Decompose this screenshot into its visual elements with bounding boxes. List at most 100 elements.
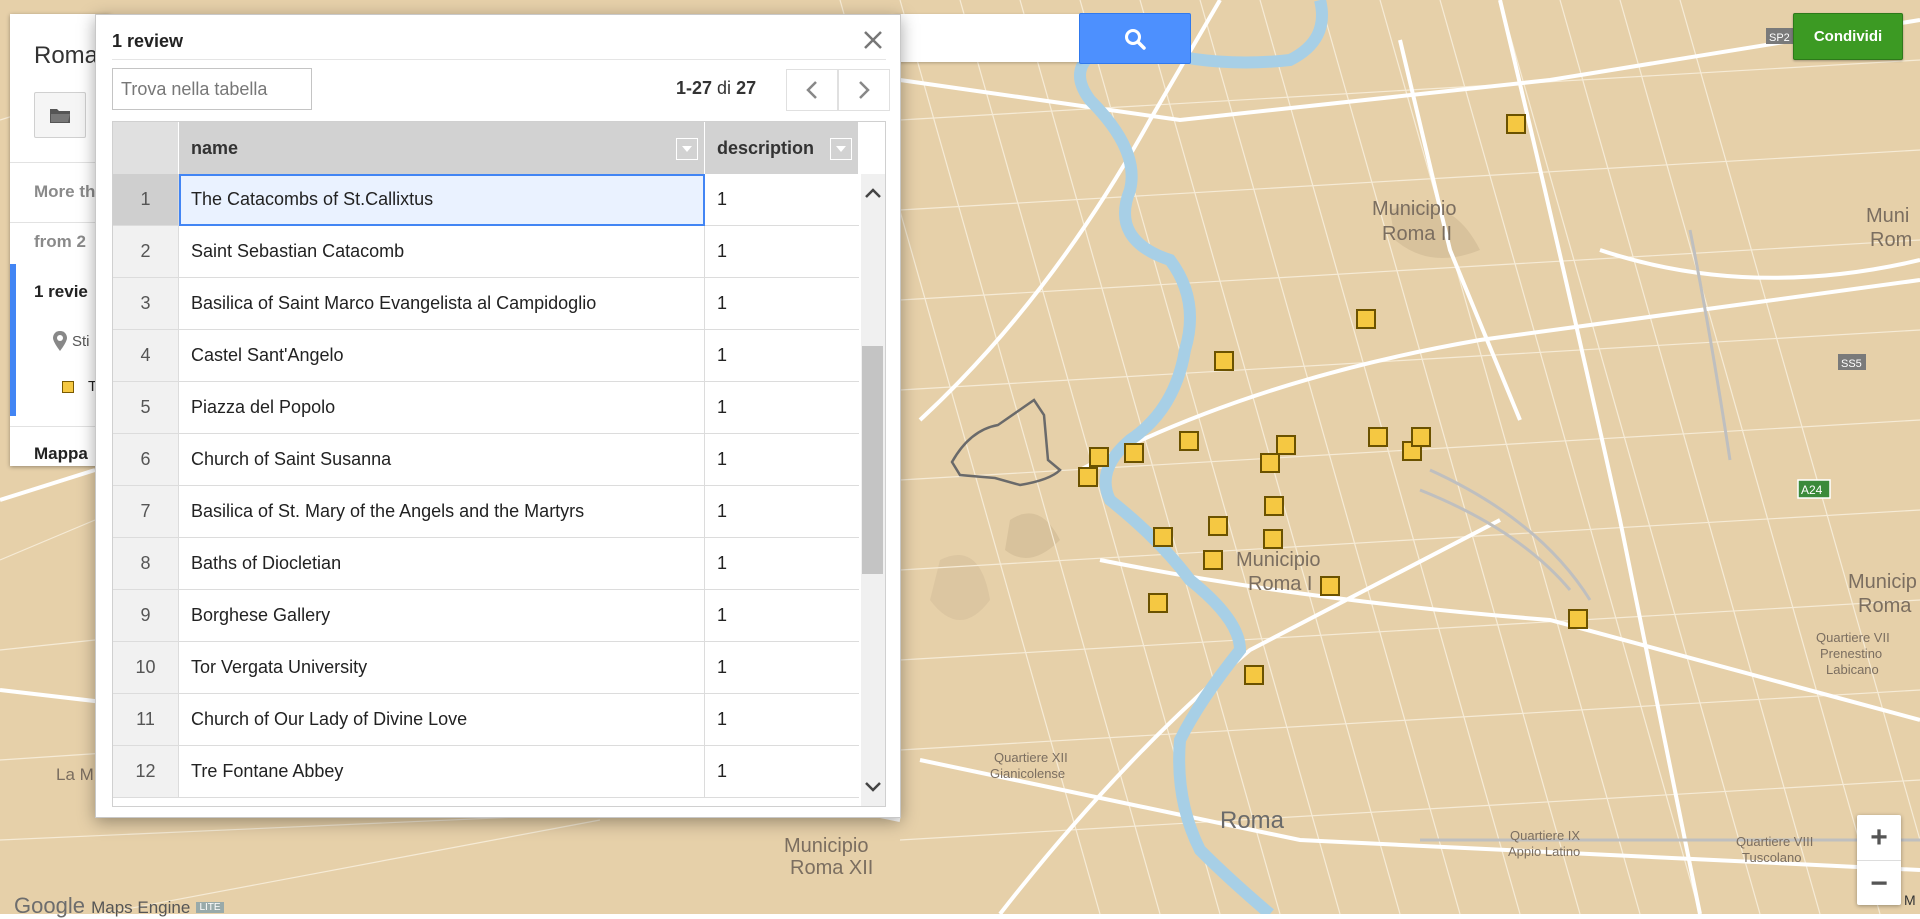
map-marker[interactable] [1124,443,1144,463]
cell-description[interactable]: 1 [705,642,859,694]
map-marker[interactable] [1078,467,1098,487]
data-table: name description 1 The Catacombs of St.C… [112,121,886,807]
cell-name[interactable]: Church of Our Lady of Divine Love [179,694,705,746]
map-marker[interactable] [1260,453,1280,473]
label-municipio-xii: Municipio [784,835,868,857]
cell-name[interactable]: Saint Sebastian Catacomb [179,226,705,278]
map-title[interactable]: Roma [34,42,98,70]
table-row[interactable]: 3 Basilica of Saint Marco Evangelista al… [113,278,859,330]
column-menu-button[interactable] [676,138,698,160]
row-number: 6 [113,434,179,486]
scroll-thumb[interactable] [862,346,883,574]
table-body: 1 The Catacombs of St.Callixtus 1 2 Sain… [113,174,859,798]
cell-description[interactable]: 1 [705,278,859,330]
cell-name[interactable]: Tre Fontane Abbey [179,746,705,798]
table-row[interactable]: 7 Basilica of St. Mary of the Angels and… [113,486,859,538]
map-marker[interactable] [1264,496,1284,516]
search-button[interactable] [1079,13,1191,64]
plus-icon: + [1870,820,1888,854]
map-marker[interactable] [1356,309,1376,329]
next-page-button[interactable] [838,69,890,111]
layer-title[interactable]: 1 revie [34,282,88,302]
cell-description[interactable]: 1 [705,486,859,538]
map-marker[interactable] [1214,351,1234,371]
cell-name[interactable]: Basilica of Saint Marco Evangelista al C… [179,278,705,330]
map-marker[interactable] [1244,665,1264,685]
table-row[interactable]: 10 Tor Vergata University 1 [113,642,859,694]
maps-engine-label: Maps Engine [91,898,191,917]
folder-icon [50,109,70,123]
style-link[interactable]: Sti [52,330,90,352]
table-row[interactable]: 1 The Catacombs of St.Callixtus 1 [113,174,859,226]
cell-name[interactable]: Piazza del Popolo [179,382,705,434]
share-button[interactable]: Condividi [1793,13,1903,60]
basemap-label[interactable]: Mappa [34,444,88,464]
map-marker[interactable] [1276,435,1296,455]
map-marker[interactable] [1153,527,1173,547]
scroll-down-button[interactable] [861,772,885,802]
label-la-m: La M [56,765,94,784]
map-marker[interactable] [1148,593,1168,613]
cell-name[interactable]: Castel Sant'Angelo [179,330,705,382]
row-number: 1 [113,174,179,226]
cell-description[interactable]: 1 [705,382,859,434]
map-marker[interactable] [1089,447,1109,467]
map-marker[interactable] [1320,576,1340,596]
lite-badge: LITE [196,901,224,913]
open-folder-button[interactable] [34,92,86,138]
cell-name[interactable]: Baths of Diocletian [179,538,705,590]
cell-description[interactable]: 1 [705,694,859,746]
map-marker[interactable] [1179,431,1199,451]
map-marker[interactable] [1368,427,1388,447]
table-scrollbar[interactable] [861,174,885,806]
close-button[interactable] [862,23,884,57]
table-row[interactable]: 6 Church of Saint Susanna 1 [113,434,859,486]
cell-description[interactable]: 1 [705,330,859,382]
label-roma-i: Roma I [1248,573,1312,595]
table-search-input[interactable] [112,68,312,110]
cell-name[interactable]: Tor Vergata University [179,642,705,694]
shield-ss5: SS5 [1841,358,1862,370]
table-row[interactable]: 9 Borghese Gallery 1 [113,590,859,642]
map-marker[interactable] [1568,609,1588,629]
row-number: 7 [113,486,179,538]
search-input[interactable] [895,14,1081,62]
zoom-in-button[interactable]: + [1857,815,1901,860]
pagination-status: 1-27 di 27 [676,78,756,99]
cell-description[interactable]: 1 [705,174,859,226]
column-menu-button[interactable] [830,138,852,160]
cell-name[interactable]: Borghese Gallery [179,590,705,642]
column-header-name[interactable]: name [179,122,705,174]
map-marker[interactable] [1506,114,1526,134]
cell-description[interactable]: 1 [705,746,859,798]
table-row[interactable]: 8 Baths of Diocletian 1 [113,538,859,590]
zoom-out-button[interactable]: − [1857,860,1901,906]
column-header-description[interactable]: description [705,122,859,174]
zoom-control: + − [1857,815,1901,905]
marker-swatch-icon [62,380,74,393]
map-marker[interactable] [1411,427,1431,447]
table-row[interactable]: 4 Castel Sant'Angelo 1 [113,330,859,382]
table-row[interactable]: 5 Piazza del Popolo 1 [113,382,859,434]
table-row[interactable]: 2 Saint Sebastian Catacomb 1 [113,226,859,278]
layer-legend-item[interactable]: T [62,378,97,395]
label-quartiere-ix: Quartiere IX [1510,828,1580,843]
table-row[interactable]: 12 Tre Fontane Abbey 1 [113,746,859,798]
column-header-label: name [191,137,239,158]
cell-name[interactable]: Basilica of St. Mary of the Angels and t… [179,486,705,538]
cell-description[interactable]: 1 [705,538,859,590]
chevron-right-icon [859,81,870,99]
cell-name[interactable]: The Catacombs of St.Callixtus [179,174,705,226]
row-number: 12 [113,746,179,798]
cell-description[interactable]: 1 [705,226,859,278]
cell-name[interactable]: Church of Saint Susanna [179,434,705,486]
table-row[interactable]: 11 Church of Our Lady of Divine Love 1 [113,694,859,746]
map-marker[interactable] [1263,529,1283,549]
scroll-up-button[interactable] [861,178,885,208]
cell-description[interactable]: 1 [705,434,859,486]
shield-a24: A24 [1801,483,1823,497]
previous-page-button[interactable] [786,69,838,111]
map-marker[interactable] [1203,550,1223,570]
cell-description[interactable]: 1 [705,590,859,642]
map-marker[interactable] [1208,516,1228,536]
